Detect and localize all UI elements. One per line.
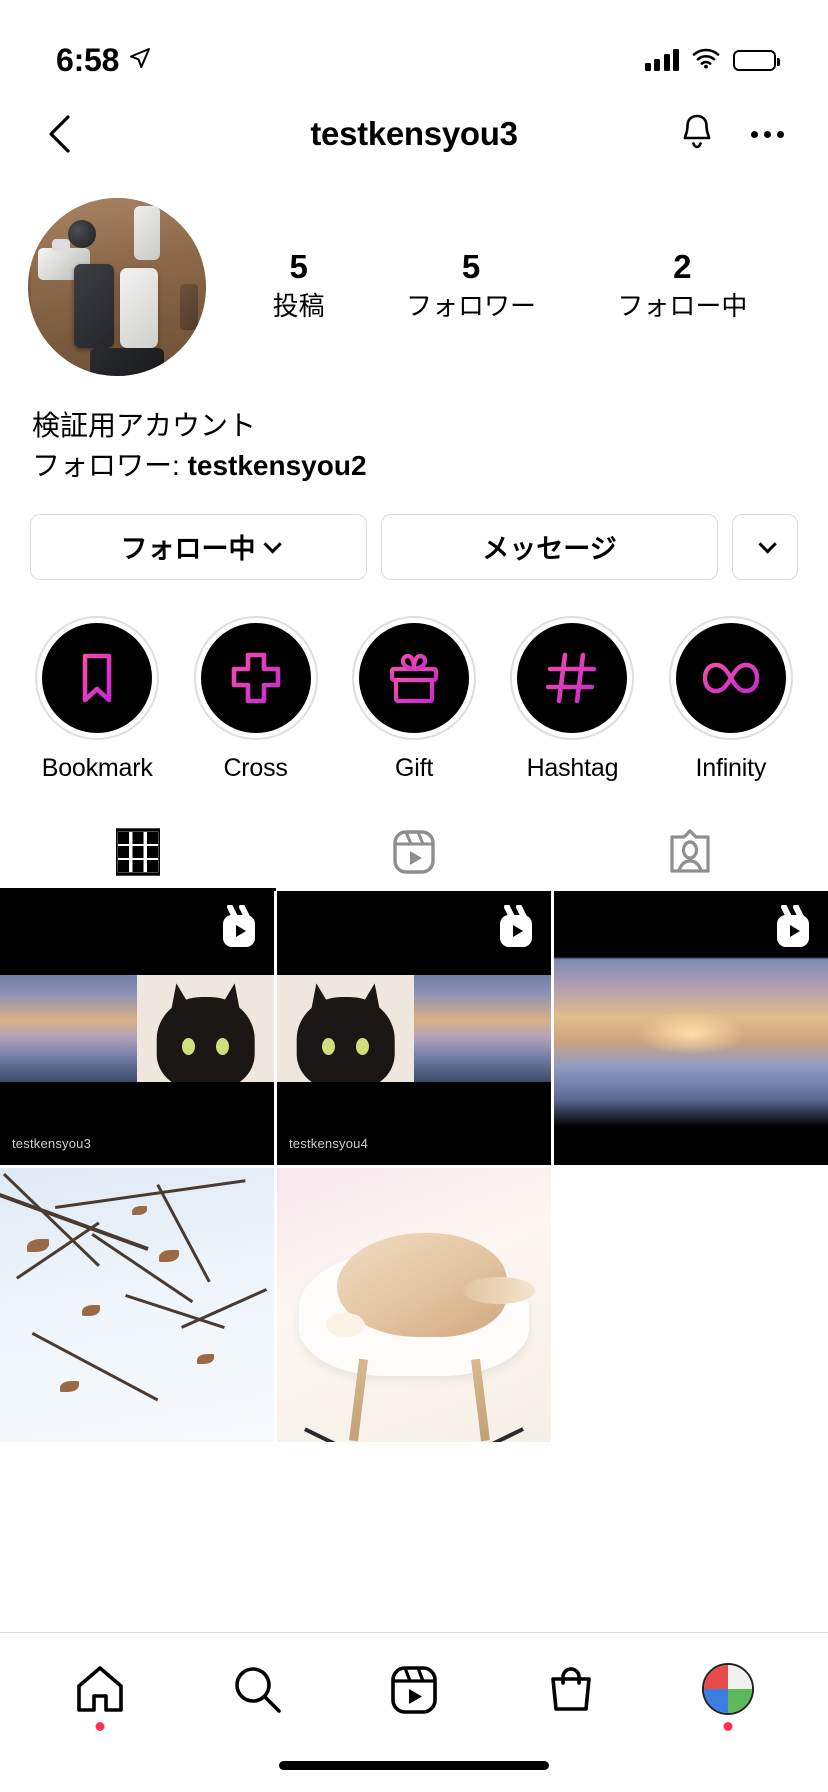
- stat-followers[interactable]: 5 フォロワー: [405, 248, 536, 324]
- stat-posts-label: 投稿: [272, 291, 325, 322]
- tab-tagged[interactable]: [552, 813, 828, 891]
- stat-following-value: 2: [673, 248, 692, 286]
- reel-icon: [218, 903, 260, 956]
- nav-reels[interactable]: [366, 1641, 462, 1737]
- grid-icon: [116, 827, 160, 876]
- nav-header: testkensyou3: [0, 92, 828, 176]
- grid-item-watermark: testkensyou3: [12, 1135, 92, 1151]
- notification-bell-icon: [683, 114, 711, 148]
- search-icon: [235, 1667, 281, 1713]
- battery-low-icon: [733, 49, 780, 71]
- highlight-cross[interactable]: Cross: [176, 615, 334, 783]
- suggested-users-button[interactable]: [732, 513, 798, 580]
- stat-posts[interactable]: 5 投稿: [272, 248, 325, 324]
- reel-icon: [495, 903, 537, 956]
- reels-icon: [391, 1666, 437, 1714]
- stat-following-label: フォロー中: [617, 291, 748, 322]
- back-chevron-icon: [49, 115, 70, 153]
- wifi-icon: [692, 47, 720, 74]
- followed-by-line: フォロワー: testkensyou2: [32, 446, 796, 486]
- tab-grid[interactable]: [0, 813, 276, 891]
- stat-followers-value: 5: [461, 248, 481, 286]
- grid-item-5[interactable]: [277, 1167, 551, 1442]
- status-time: 6:58: [56, 41, 120, 78]
- location-arrow-icon: [128, 46, 152, 75]
- highlight-hashtag[interactable]: Hashtag: [493, 615, 651, 783]
- stat-followers-label: フォロワー: [405, 291, 536, 322]
- profile-stats: 5 投稿 5 フォロワー 2 フォロー中: [206, 248, 792, 324]
- nav-profile-dot: [723, 1722, 733, 1731]
- status-bar-left: 6:58: [56, 42, 152, 79]
- tagged-icon: [670, 828, 710, 873]
- profile-bio: 検証用アカウント フォロワー: testkensyou2: [0, 376, 828, 486]
- followed-by-username[interactable]: testkensyou2: [188, 450, 367, 481]
- bookmark-icon: [82, 653, 112, 702]
- message-button[interactable]: メッセージ: [381, 513, 718, 580]
- grid-item-watermark: testkensyou4: [289, 1135, 369, 1151]
- grid-item-2[interactable]: testkensyou4: [277, 890, 551, 1165]
- cellular-signal-icon: [644, 49, 679, 71]
- highlight-gift[interactable]: Gift: [335, 615, 493, 783]
- stat-following[interactable]: 2 フォロー中: [617, 248, 748, 324]
- highlight-label: Hashtag: [526, 753, 619, 782]
- highlight-bookmark[interactable]: Bookmark: [18, 615, 176, 783]
- bio-display-name: 検証用アカウント: [32, 410, 257, 441]
- highlight-label: Gift: [394, 753, 434, 782]
- post-grid: testkensyou3 testkensyou4: [0, 890, 828, 1442]
- bottom-nav-items: [0, 1633, 828, 1745]
- gift-icon: [389, 653, 439, 703]
- profile-tabs: [0, 813, 828, 891]
- highlight-label: Infinity: [695, 753, 767, 782]
- back-button[interactable]: [44, 108, 96, 160]
- home-indicator: [279, 1761, 549, 1770]
- highlight-infinity[interactable]: Infinity: [652, 615, 810, 783]
- nav-shop[interactable]: [523, 1641, 619, 1737]
- avatar-button[interactable]: [28, 198, 206, 376]
- infinity-icon: [702, 662, 760, 693]
- nav-search[interactable]: [209, 1641, 305, 1737]
- home-icon: [77, 1666, 124, 1712]
- status-bar-right: [644, 47, 780, 74]
- profile-actions: フォロー中 メッセージ: [0, 486, 828, 580]
- more-options-icon: [751, 130, 758, 138]
- cross-icon: [231, 652, 280, 703]
- followed-by-prefix: フォロワー:: [32, 449, 188, 481]
- nav-home-dot: [95, 1722, 105, 1731]
- highlight-label: Bookmark: [41, 753, 153, 782]
- story-highlights: Bookmark Cross Gift Hashtag Infinity: [0, 580, 828, 783]
- bottom-navigation: [0, 1632, 828, 1792]
- tab-reels[interactable]: [276, 813, 552, 891]
- profile-row: 5 投稿 5 フォロワー 2 フォロー中: [0, 176, 828, 376]
- nav-profile[interactable]: [680, 1641, 776, 1737]
- grid-item-4[interactable]: [0, 1167, 274, 1442]
- more-options-button[interactable]: [751, 130, 784, 138]
- grid-item-3[interactable]: [554, 890, 828, 1165]
- avatar: [28, 198, 206, 376]
- following-button[interactable]: フォロー中: [30, 513, 367, 580]
- shop-bag-icon: [550, 1667, 591, 1711]
- chevron-down-icon: [757, 535, 777, 554]
- stat-posts-value: 5: [289, 248, 308, 286]
- message-button-label: メッセージ: [482, 534, 617, 564]
- profile-avatar-icon: [701, 1663, 754, 1715]
- nav-header-actions: [677, 110, 784, 159]
- nav-home[interactable]: [52, 1641, 148, 1737]
- highlight-label: Cross: [223, 753, 288, 782]
- reel-icon: [772, 903, 814, 956]
- hashtag-icon: [546, 652, 597, 703]
- grid-item-1[interactable]: testkensyou3: [0, 890, 274, 1165]
- reels-icon: [393, 829, 435, 874]
- status-bar: 6:58: [0, 0, 828, 92]
- notification-bell-button[interactable]: [677, 110, 717, 159]
- chevron-down-icon: [262, 535, 282, 554]
- following-button-label: フォロー中: [120, 534, 256, 564]
